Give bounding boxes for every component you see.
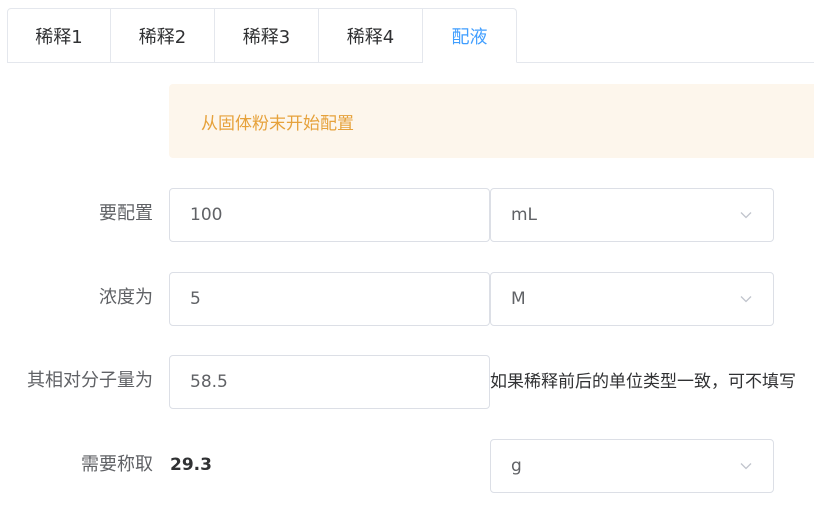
required-unit-value: g (511, 456, 522, 476)
volume-unit-value: mL (511, 205, 538, 225)
required-amount-value: 29.3 (170, 455, 212, 475)
volume-label: 要配置 (99, 203, 153, 224)
page: 稀释1 稀释2 稀释3 稀释4 配液 从固体粉末开始配置 要配置 mL 浓度为 … (0, 0, 814, 516)
molar-mass-label: 其相对分子量为 (27, 370, 153, 391)
concentration-unit-select[interactable]: M (490, 272, 774, 326)
volume-input[interactable] (169, 188, 490, 242)
volume-unit-select[interactable]: mL (490, 188, 774, 242)
tab-solution-prep[interactable]: 配液 (423, 8, 517, 63)
tab-dilution-3[interactable]: 稀释3 (215, 8, 319, 63)
molar-mass-input[interactable] (169, 355, 490, 409)
tab-dilution-1[interactable]: 稀释1 (7, 8, 111, 63)
required-amount-label: 需要称取 (81, 454, 153, 475)
molar-mass-hint: 如果稀释前后的单位类型一致，可不填写 (490, 372, 796, 392)
tab-dilution-2[interactable]: 稀释2 (111, 8, 215, 63)
chevron-down-icon (739, 292, 753, 306)
concentration-input[interactable] (169, 272, 490, 326)
chevron-down-icon (739, 208, 753, 222)
chevron-down-icon (739, 459, 753, 473)
tab-dilution-4[interactable]: 稀释4 (319, 8, 423, 63)
required-unit-select[interactable]: g (490, 439, 774, 493)
info-alert: 从固体粉末开始配置 (169, 84, 814, 158)
tab-bar: 稀释1 稀释2 稀释3 稀释4 配液 (7, 8, 517, 63)
alert-text: 从固体粉末开始配置 (201, 113, 354, 134)
concentration-unit-value: M (511, 289, 526, 309)
concentration-label: 浓度为 (99, 287, 153, 308)
